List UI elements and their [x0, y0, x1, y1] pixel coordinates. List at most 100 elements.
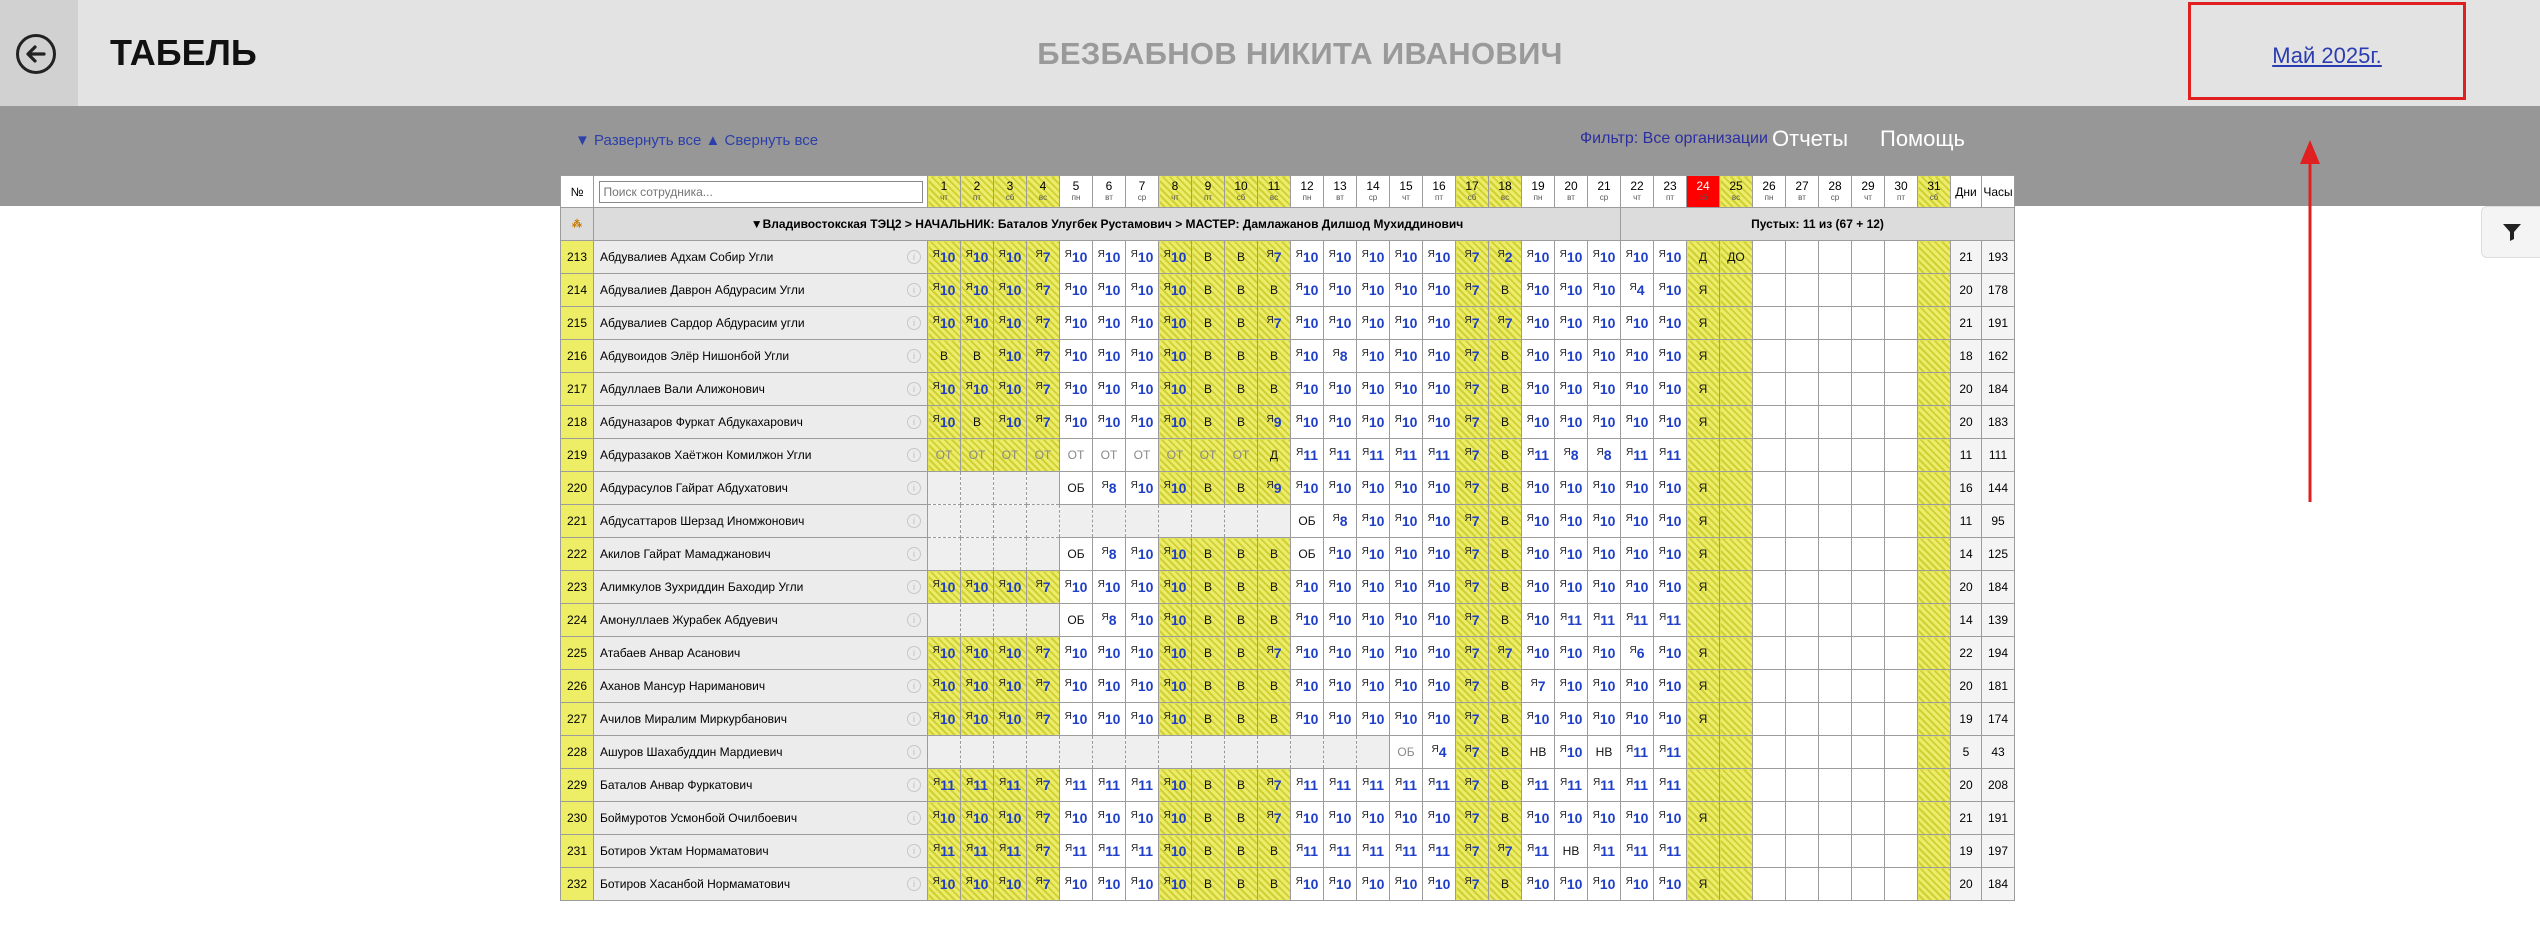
day-cell[interactable]: Я10 — [1587, 702, 1621, 736]
day-cell[interactable] — [1785, 735, 1819, 769]
day-cell[interactable]: Я10 — [993, 273, 1027, 307]
day-cell[interactable]: Я10 — [927, 405, 961, 439]
day-cell[interactable] — [1818, 570, 1852, 604]
day-cell[interactable] — [1059, 504, 1093, 538]
day-cell[interactable]: Я10 — [1290, 240, 1324, 274]
day-cell[interactable]: Я7 — [1455, 273, 1489, 307]
day-cell[interactable]: Я10 — [1422, 372, 1456, 406]
day-cell[interactable]: В — [1224, 801, 1258, 835]
day-cell[interactable]: В — [1191, 834, 1225, 868]
day-cell[interactable] — [1719, 768, 1753, 802]
table-row[interactable]: 229 Баталов Анвар Фуркатович i Я11 Я11 Я11 Я7 Я… — [560, 768, 2015, 802]
day-cell[interactable]: Я10 — [1356, 603, 1390, 637]
day-cell[interactable]: В — [1224, 570, 1258, 604]
day-cell[interactable]: ОТ — [927, 438, 961, 472]
day-cell[interactable] — [1818, 372, 1852, 406]
expand-all-link[interactable]: ▼ Развернуть все — [575, 132, 701, 149]
day-cell[interactable]: Я10 — [1092, 240, 1126, 274]
day-cell[interactable]: Я7 — [1455, 834, 1489, 868]
day-cell[interactable]: В — [1257, 273, 1291, 307]
day-cell[interactable]: В — [1224, 636, 1258, 670]
day-cell[interactable]: Я9 — [1257, 471, 1291, 505]
info-icon[interactable]: i — [907, 877, 921, 891]
table-row[interactable]: 224 Амонуллаев Журабек Абдуевич i ОБ Я8 Я10 Я1… — [560, 603, 2015, 637]
day-cell[interactable] — [1224, 735, 1258, 769]
day-cell[interactable] — [1092, 735, 1126, 769]
day-cell[interactable] — [927, 471, 961, 505]
day-cell[interactable]: Я10 — [1125, 537, 1159, 571]
day-cell[interactable]: Я10 — [1158, 801, 1192, 835]
day-cell[interactable]: Я10 — [1125, 306, 1159, 340]
day-cell[interactable]: Я10 — [1323, 471, 1357, 505]
day-cell[interactable] — [1752, 372, 1786, 406]
day-cell[interactable] — [1884, 768, 1918, 802]
day-cell[interactable]: Я10 — [1290, 339, 1324, 373]
day-cell[interactable] — [1884, 537, 1918, 571]
day-cell[interactable] — [1752, 702, 1786, 736]
day-cell[interactable]: Я10 — [1620, 372, 1654, 406]
day-cell[interactable]: Я10 — [993, 339, 1027, 373]
day-cell[interactable]: Я10 — [1389, 471, 1423, 505]
day-cell[interactable]: Я7 — [1455, 306, 1489, 340]
day-cell[interactable]: Я10 — [1356, 405, 1390, 439]
day-header-9[interactable]: 9 пт — [1191, 175, 1225, 208]
day-cell[interactable] — [1884, 240, 1918, 274]
day-cell[interactable]: Я11 — [1125, 768, 1159, 802]
info-icon[interactable]: i — [907, 415, 921, 429]
day-header-6[interactable]: 6 вт — [1092, 175, 1126, 208]
day-cell[interactable]: Я10 — [1323, 273, 1357, 307]
day-cell[interactable] — [1257, 504, 1291, 538]
day-cell[interactable]: Я10 — [993, 867, 1027, 901]
day-cell[interactable] — [1785, 801, 1819, 835]
day-cell[interactable]: Я10 — [993, 372, 1027, 406]
day-cell[interactable]: Я10 — [1356, 801, 1390, 835]
day-cell[interactable]: Я — [1686, 537, 1720, 571]
day-cell[interactable]: В — [1257, 570, 1291, 604]
day-cell[interactable]: ОБ — [1290, 504, 1324, 538]
day-cell[interactable]: Я11 — [1620, 438, 1654, 472]
back-button[interactable] — [0, 0, 78, 106]
day-header-5[interactable]: 5 пн — [1059, 175, 1093, 208]
day-cell[interactable]: Я11 — [1389, 438, 1423, 472]
day-header-1[interactable]: 1 чт — [927, 175, 961, 208]
day-cell[interactable] — [960, 735, 994, 769]
day-cell[interactable]: Я11 — [960, 834, 994, 868]
day-cell[interactable]: Я10 — [1290, 636, 1324, 670]
day-cell[interactable]: Я10 — [1620, 801, 1654, 835]
day-cell[interactable]: Я11 — [1587, 768, 1621, 802]
day-header-31[interactable]: 31 сб — [1917, 175, 1951, 208]
info-icon[interactable]: i — [907, 448, 921, 462]
day-cell[interactable]: Я — [1686, 339, 1720, 373]
day-cell[interactable]: В — [1257, 603, 1291, 637]
day-cell[interactable]: Я10 — [1389, 570, 1423, 604]
day-cell[interactable]: Я10 — [1356, 537, 1390, 571]
day-cell[interactable]: Я10 — [1521, 372, 1555, 406]
day-cell[interactable]: Я10 — [1059, 669, 1093, 703]
day-cell[interactable]: Я10 — [1653, 636, 1687, 670]
day-cell[interactable]: Я10 — [927, 240, 961, 274]
day-cell[interactable] — [1884, 438, 1918, 472]
table-row[interactable]: 221 Абдусаттаров Шерзад Иномжонович i ОБ Я8 Я… — [560, 504, 2015, 538]
day-cell[interactable]: Я10 — [1587, 339, 1621, 373]
day-cell[interactable] — [1818, 735, 1852, 769]
day-header-14[interactable]: 14 ср — [1356, 175, 1390, 208]
day-cell[interactable]: Я7 — [1455, 768, 1489, 802]
day-cell[interactable]: Я10 — [960, 669, 994, 703]
day-cell[interactable]: Я10 — [1422, 636, 1456, 670]
day-cell[interactable]: Я10 — [1521, 240, 1555, 274]
day-cell[interactable]: В — [1224, 669, 1258, 703]
day-cell[interactable]: Я10 — [1356, 636, 1390, 670]
day-header-12[interactable]: 12 пн — [1290, 175, 1324, 208]
day-cell[interactable]: Я10 — [1587, 273, 1621, 307]
day-cell[interactable]: Я10 — [1620, 240, 1654, 274]
day-cell[interactable] — [1752, 603, 1786, 637]
day-cell[interactable] — [1917, 405, 1951, 439]
info-icon[interactable]: i — [907, 745, 921, 759]
day-cell[interactable]: Я7 — [1455, 570, 1489, 604]
day-cell[interactable] — [1851, 405, 1885, 439]
day-cell[interactable] — [1851, 306, 1885, 340]
day-cell[interactable]: Я10 — [1620, 504, 1654, 538]
day-cell[interactable]: Я10 — [1554, 669, 1588, 703]
day-cell[interactable]: ОБ — [1059, 537, 1093, 571]
day-cell[interactable] — [1719, 339, 1753, 373]
